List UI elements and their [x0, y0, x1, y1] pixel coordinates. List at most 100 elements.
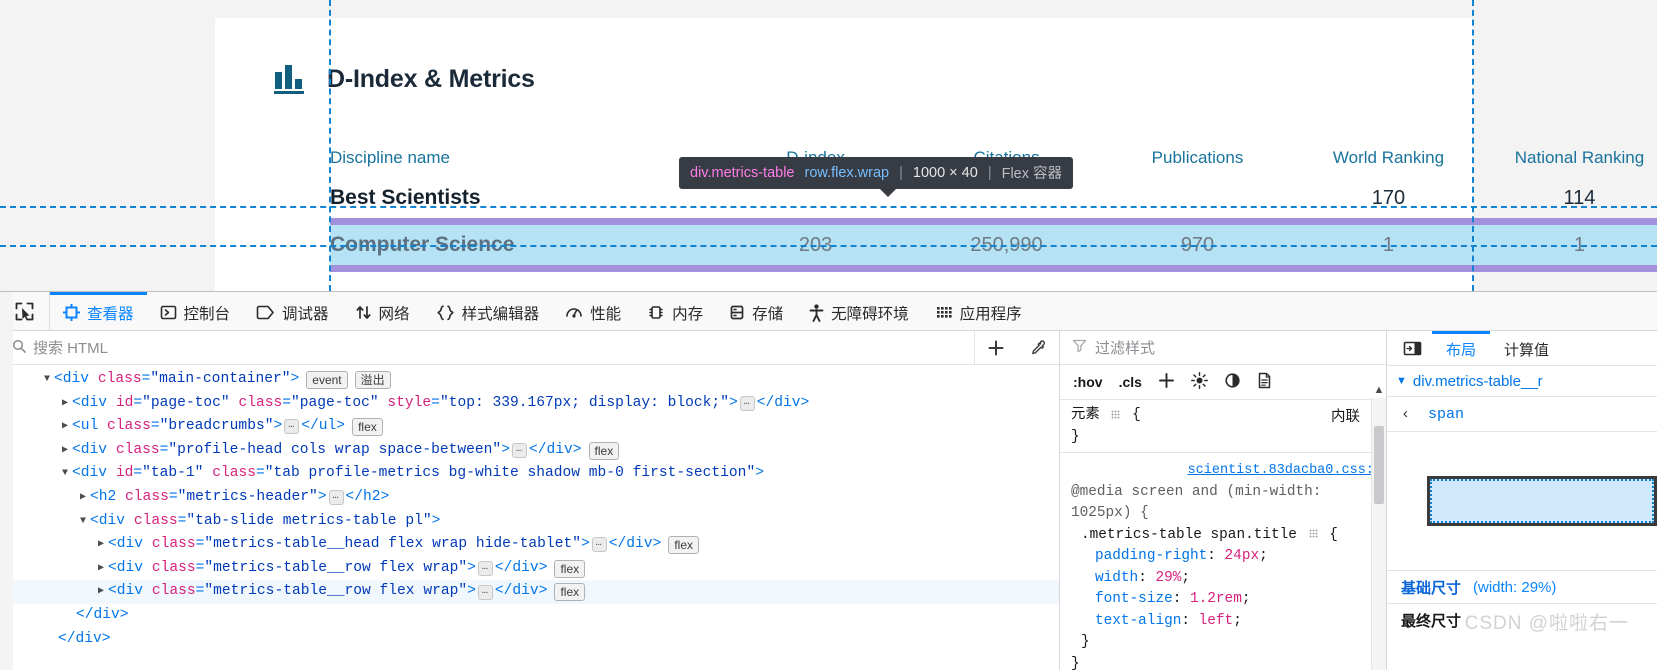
declaration[interactable]: padding-right: 24px; — [1071, 546, 1386, 568]
twisty-closed-icon[interactable]: ▶ — [94, 557, 108, 581]
tab-style-editor[interactable]: 样式编辑器 — [423, 292, 553, 330]
expand-ellipsis-icon[interactable]: … — [477, 584, 493, 600]
twisty-closed-icon[interactable]: ▶ — [94, 580, 108, 604]
split-pane-icon[interactable] — [1393, 331, 1432, 365]
twisty-closed-icon[interactable]: ▶ — [76, 486, 90, 510]
node-close-tag: </div> — [76, 606, 129, 623]
filter-styles-input[interactable]: 过滤样式 — [1060, 331, 1386, 365]
expand-ellipsis-icon[interactable]: … — [739, 395, 755, 411]
flex-container-header[interactable]: ▼ div.metrics-table__r — [1387, 366, 1657, 397]
markup-node[interactable]: ▼ < div class = " tab-slide metrics-table pl… — [0, 510, 1059, 534]
expand-ellipsis-icon[interactable]: … — [328, 490, 344, 506]
tab-storage[interactable]: 存储 — [716, 292, 796, 330]
twisty-open-icon[interactable]: ▼ — [40, 368, 54, 392]
declaration-name[interactable]: width — [1095, 570, 1138, 586]
moon-icon[interactable] — [1224, 372, 1241, 392]
row-cell-world-ranking: 1 — [1382, 233, 1395, 256]
twisty-open-icon[interactable]: ▼ — [58, 462, 72, 486]
rules-scrollbar[interactable]: ▲ — [1371, 384, 1386, 670]
node-attr: id — [115, 465, 134, 482]
markup-node-selected[interactable]: ▶ < div class = " metrics-table__row flex wr… — [0, 580, 1059, 604]
node-close: </div> — [494, 559, 548, 576]
layout-scrollbar[interactable] — [0, 292, 13, 670]
badge-flex[interactable]: flex — [554, 583, 586, 602]
declaration-value[interactable]: 24px — [1225, 548, 1260, 564]
markup-node[interactable]: ▶ < div class = " profile-head cols wrap spa… — [0, 439, 1059, 463]
markup-node[interactable]: ▶ < div id = " page-toc " class = " page-toc " st… — [0, 392, 1059, 416]
layout-pane: 布局 计算值 ▼ div.metrics-table__r ‹ span 基础尺… — [0, 292, 1657, 670]
stylesheet-source-link[interactable]: scientist.83dacba0.css:1 — [1071, 460, 1386, 482]
chevron-left-icon[interactable]: ‹ — [1401, 406, 1410, 423]
rule-close-line: } — [1071, 632, 1386, 654]
markup-node-close[interactable]: </div> — [0, 604, 1059, 628]
twisty-closed-icon[interactable]: ▶ — [58, 415, 72, 439]
declaration[interactable]: font-size: 1.2rem; — [1071, 589, 1386, 611]
markup-node[interactable]: ▶ < ul class = " breadcrumbs " >… </ul> flex — [0, 415, 1059, 439]
twisty-closed-icon[interactable]: ▶ — [94, 533, 108, 557]
rule-close-brace: } — [1081, 634, 1090, 650]
twisty-open-icon[interactable]: ▼ — [76, 510, 90, 534]
search-html-input[interactable]: 搜索 HTML — [0, 337, 974, 358]
badge-event[interactable]: event — [306, 370, 348, 389]
declaration-value[interactable]: 29% — [1155, 570, 1181, 586]
markup-node-close[interactable]: </div> — [0, 628, 1059, 652]
badge-flex[interactable]: flex — [588, 441, 620, 460]
node-tag: div — [116, 559, 144, 576]
declaration[interactable]: text-align: left; — [1071, 611, 1386, 633]
tab-accessibility[interactable]: 无障碍环境 — [796, 292, 922, 330]
declaration-value[interactable]: 1.2rem — [1190, 591, 1242, 607]
markup-node[interactable]: ▼ < div class = " main-container " > event 溢出 — [0, 368, 1059, 392]
markup-tree[interactable]: ▼ < div class = " main-container " > event 溢出 … — [0, 365, 1059, 670]
twisty-closed-icon[interactable]: ▶ — [58, 439, 72, 463]
twisty-open-icon[interactable]: ▼ — [1396, 375, 1407, 387]
expand-ellipsis-icon[interactable]: … — [477, 561, 493, 577]
tab-network[interactable]: 网络 — [342, 292, 423, 330]
tab-memory-label: 内存 — [672, 305, 704, 323]
declaration[interactable]: width: 29%; — [1071, 568, 1386, 590]
grip-icon[interactable] — [1111, 409, 1121, 419]
twisty-closed-icon[interactable]: ▶ — [58, 392, 72, 416]
tab-inspector[interactable]: 查看器 — [50, 292, 147, 330]
declaration-name[interactable]: text-align — [1095, 613, 1181, 629]
metrics-table-row-selected[interactable]: Computer Science 203 250,990 970 1 1 — [330, 218, 1657, 272]
tab-debugger[interactable]: 调试器 — [243, 292, 342, 330]
expand-ellipsis-icon[interactable]: … — [511, 443, 527, 459]
node-value: breadcrumbs — [168, 418, 265, 435]
declaration-name[interactable]: font-size — [1095, 591, 1173, 607]
badge-overflow[interactable]: 溢出 — [354, 370, 391, 389]
infobar-display-type: Flex 容器 — [1001, 166, 1063, 182]
tab-console[interactable]: 控制台 — [147, 292, 244, 330]
badge-flex[interactable]: flex — [352, 417, 383, 436]
rules-body[interactable]: 元素 { } 内联 scientist.83dacba0.css:1 @medi… — [1060, 400, 1386, 670]
eyedropper-icon[interactable] — [1017, 331, 1059, 364]
node-value: tab-slide metrics-table pl — [195, 512, 423, 529]
plus-icon[interactable] — [1158, 372, 1175, 392]
expand-ellipsis-icon[interactable]: … — [591, 537, 607, 553]
hov-toggle[interactable]: :hov — [1073, 374, 1103, 390]
grip-icon[interactable] — [1308, 529, 1318, 539]
rules-pane: 过滤样式 :hov .cls 元素 {} 内联 scientist.83dac… — [1060, 331, 1387, 670]
tab-performance[interactable]: 性能 — [552, 292, 634, 330]
expand-ellipsis-icon[interactable]: … — [284, 419, 300, 435]
tab-computed[interactable]: 计算值 — [1490, 331, 1563, 365]
scrollbar-thumb[interactable] — [1374, 426, 1384, 504]
cls-toggle[interactable]: .cls — [1119, 374, 1142, 390]
badge-flex[interactable]: flex — [668, 535, 699, 554]
declaration-name[interactable]: padding-right — [1095, 548, 1207, 564]
flex-item-row[interactable]: ‹ span — [1387, 397, 1657, 432]
chevron-up-icon[interactable]: ▲ — [1372, 382, 1386, 398]
sun-icon[interactable] — [1190, 372, 1208, 392]
markup-node[interactable]: ▶ < div class = " metrics-table__row flex wr… — [0, 557, 1059, 581]
node-value: page-toc — [150, 394, 221, 411]
markup-node[interactable]: ▼ < div id = " tab-1 " class = " tab profile-met… — [0, 462, 1059, 486]
markup-node[interactable]: ▶ < div class = " metrics-table__head flex w… — [0, 533, 1059, 557]
plus-icon[interactable] — [975, 331, 1017, 364]
declaration-value[interactable]: left — [1199, 613, 1234, 629]
tab-layout[interactable]: 布局 — [1432, 331, 1491, 365]
tab-memory[interactable]: 内存 — [634, 292, 716, 330]
tab-application[interactable]: 应用程序 — [922, 292, 1035, 330]
markup-node[interactable]: ▶ < h2 class = " metrics-header " >… </h2> — [0, 486, 1059, 510]
print-media-icon[interactable] — [1257, 372, 1272, 392]
badge-flex[interactable]: flex — [554, 559, 586, 578]
rule-selector[interactable]: .metrics-table span.title — [1081, 527, 1297, 543]
